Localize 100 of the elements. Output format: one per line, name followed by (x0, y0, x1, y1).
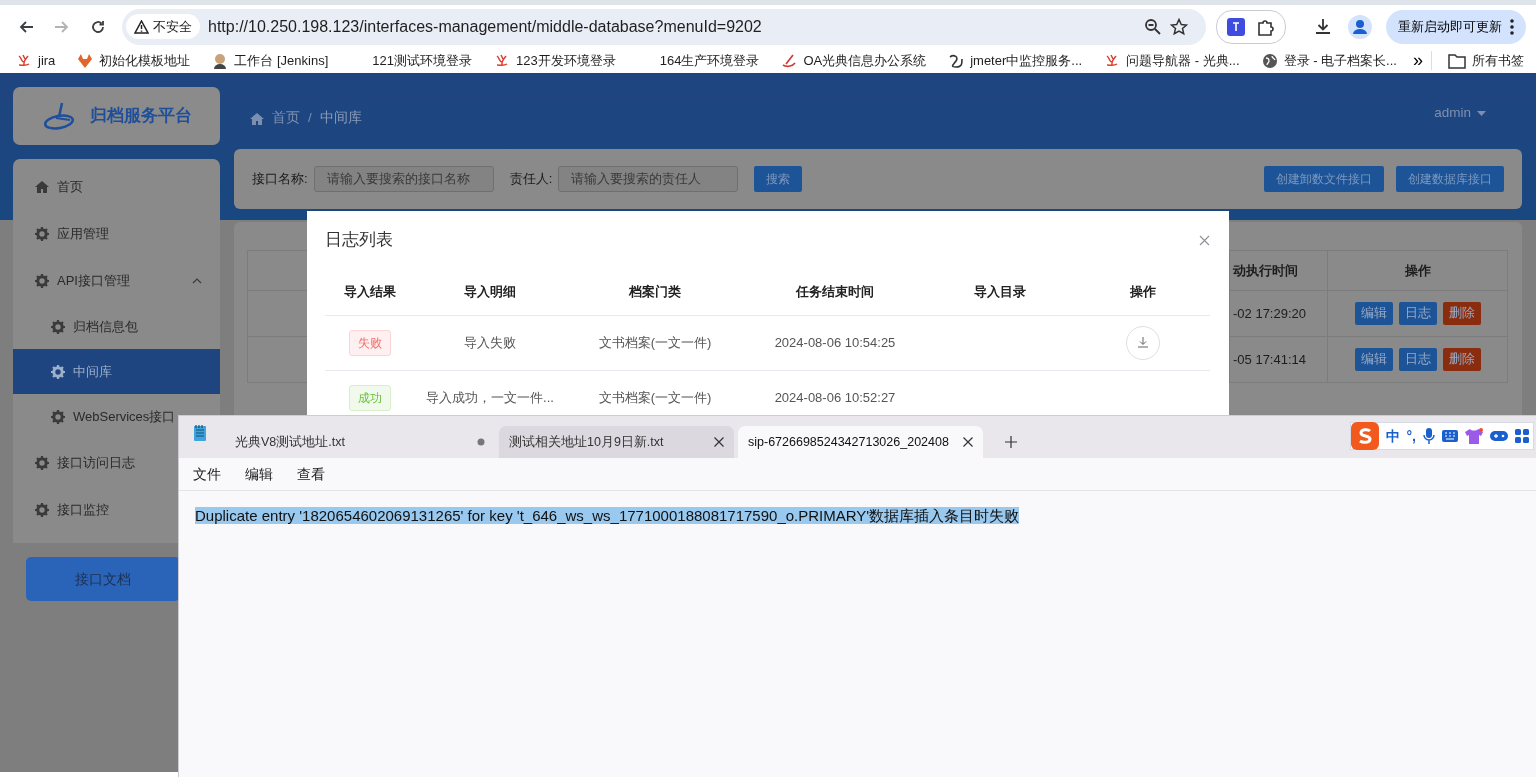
column-header: 导入目录 (925, 269, 1075, 315)
puzzle-icon[interactable] (1257, 17, 1275, 36)
column-header: 导入结果 (325, 269, 415, 315)
logo-text: 归档服务平台 (89, 105, 192, 128)
edit-button[interactable]: 编辑 (1354, 348, 1393, 371)
warning-icon (134, 19, 149, 34)
log-button[interactable]: 日志 (1398, 302, 1437, 325)
sidebar-item[interactable]: WebServices接口 (13, 394, 176, 439)
file-tab[interactable]: 测试相关地址10月9日新.txt (499, 426, 734, 458)
caret-icon (1477, 110, 1486, 116)
bookmark-link[interactable]: 工作台 [Jenkins] (206, 50, 335, 71)
star-icon[interactable] (1170, 17, 1188, 36)
table-cell: 2024-08-06 10:54:25 (745, 315, 925, 370)
status-tag: 失败 (349, 329, 391, 356)
bookmark-link[interactable]: OA光典信息办公系统 (775, 50, 933, 71)
gear-icon (51, 409, 65, 424)
security-label: 不安全 (153, 17, 192, 36)
back-icon (18, 18, 34, 35)
breadcrumb-separator: / (308, 108, 312, 127)
update-button[interactable]: 重新启动即可更新 (1386, 9, 1526, 44)
column-header: 档案门类 (565, 269, 745, 315)
menu-item[interactable]: 文件 (181, 463, 233, 485)
gear-icon (35, 226, 49, 241)
profile-icon[interactable] (1348, 14, 1372, 39)
sidebar-item[interactable]: API接口管理 (13, 257, 220, 304)
close-icon[interactable] (714, 437, 724, 447)
translate-icon[interactable] (1227, 17, 1245, 36)
notepad-icon (193, 424, 207, 442)
breadcrumb-item: 中间库 (319, 108, 362, 127)
bookmark-link[interactable]: 问题导航器 - 光典... (1098, 50, 1246, 71)
jira-icon (16, 52, 32, 69)
field-label: 责任人: (509, 170, 553, 189)
log-button[interactable]: 日志 (1398, 348, 1437, 371)
chevron-icon (192, 277, 202, 284)
search-field[interactable]: 请输入要搜索的责任人 (558, 166, 739, 192)
menu-item[interactable]: 查看 (285, 463, 337, 485)
close-icon[interactable] (963, 437, 973, 447)
table-cell: 文书档案(一文一件) (565, 315, 745, 370)
more-icon (1510, 18, 1514, 35)
security-chip[interactable]: 不安全 (126, 13, 200, 40)
bookmark-link[interactable]: 登录 - 电子档案长... (1255, 50, 1403, 71)
sidebar-item[interactable]: 归档信息包 (13, 304, 176, 349)
reload-icon (90, 18, 106, 35)
sidebar-item[interactable]: 中间库 (13, 349, 220, 394)
sidebar-item[interactable]: 应用管理 (13, 210, 176, 257)
bookmark-link[interactable]: jmeter中监控服务... (942, 50, 1089, 71)
edit-button[interactable]: 编辑 (1354, 302, 1393, 325)
folder-icon (1447, 52, 1466, 69)
new-tab-icon[interactable] (1005, 436, 1017, 448)
sogou-logo-icon[interactable] (1350, 422, 1379, 450)
grid-icon[interactable] (1515, 429, 1529, 443)
gear-icon (51, 364, 65, 379)
fox-icon (77, 52, 94, 69)
delete-button[interactable]: 删除 (1442, 348, 1481, 371)
gear-icon (51, 319, 65, 334)
url-text: http://10.250.198.123/interfaces-management/middle-database?menuId=9202 (208, 16, 763, 37)
table-cell: 导入失败 (415, 315, 565, 370)
zoom-icon[interactable] (1144, 17, 1162, 36)
ime-mode[interactable]: 中 (1385, 425, 1400, 447)
shirt-icon[interactable] (1465, 428, 1483, 444)
oa-icon (781, 52, 798, 69)
column-header: 操作 (1327, 250, 1508, 291)
status-tag: 成功 (349, 384, 391, 411)
delete-button[interactable]: 删除 (1442, 302, 1481, 325)
search-field[interactable]: 请输入要搜索的接口名称 (313, 166, 494, 192)
column-header: 任务结束时间 (745, 269, 925, 315)
gamepad-icon[interactable] (1490, 429, 1508, 443)
all-bookmarks-link[interactable]: 所有书签 (1430, 50, 1530, 71)
dialog-title: 日志列表 (325, 229, 393, 252)
menu-item[interactable]: 编辑 (233, 463, 285, 485)
person-icon (212, 52, 229, 69)
file-tab[interactable]: sip-6726698524342713026_202408 (738, 426, 983, 458)
column-header: 导入明细 (415, 269, 565, 315)
bookmark-link[interactable]: 121测试环境登录 (344, 50, 478, 71)
file-tab[interactable]: 光典V8测试地址.txt (225, 426, 495, 458)
keyboard-icon[interactable] (1442, 430, 1458, 442)
bookmark-link[interactable]: jira (10, 50, 62, 71)
sidebar-item[interactable]: 首页 (13, 163, 176, 210)
download-icon[interactable] (1314, 17, 1332, 36)
more-bookmarks-button[interactable]: » (1412, 44, 1423, 77)
gear-icon (35, 455, 49, 470)
address-bar[interactable]: 不安全 http://10.250.198.123/interfaces-management/middle-database?menuId=9202 (122, 8, 1206, 45)
document-text: Duplicate entry '1820654602069131265' for key 't_646_ws_ws_1771000188081717590_o.PRIMARY'数据库插入条目时失败 (195, 507, 1020, 524)
gear-icon (35, 502, 49, 517)
sidebar-item[interactable]: 接口访问日志 (13, 439, 176, 486)
home-icon (35, 179, 49, 194)
jmeter-icon (948, 52, 965, 69)
forward-icon (54, 18, 70, 35)
home-icon (250, 111, 264, 125)
field-label: 接口名称: (252, 170, 308, 189)
gear-icon (35, 273, 49, 288)
download-icon (1137, 337, 1148, 348)
bookmark-link[interactable]: 初始化模板地址 (71, 50, 197, 71)
sidebar-item[interactable]: 接口监控 (13, 486, 176, 533)
globe-icon (1261, 52, 1278, 69)
microphone-icon[interactable] (1423, 428, 1435, 444)
bookmark-link[interactable]: 123开发环境登录 (487, 50, 622, 71)
bookmark-link[interactable]: 164生产环境登录 (631, 50, 766, 71)
ime-punctuation[interactable]: °, (1406, 425, 1416, 447)
column-header: 操作 (1075, 269, 1210, 315)
